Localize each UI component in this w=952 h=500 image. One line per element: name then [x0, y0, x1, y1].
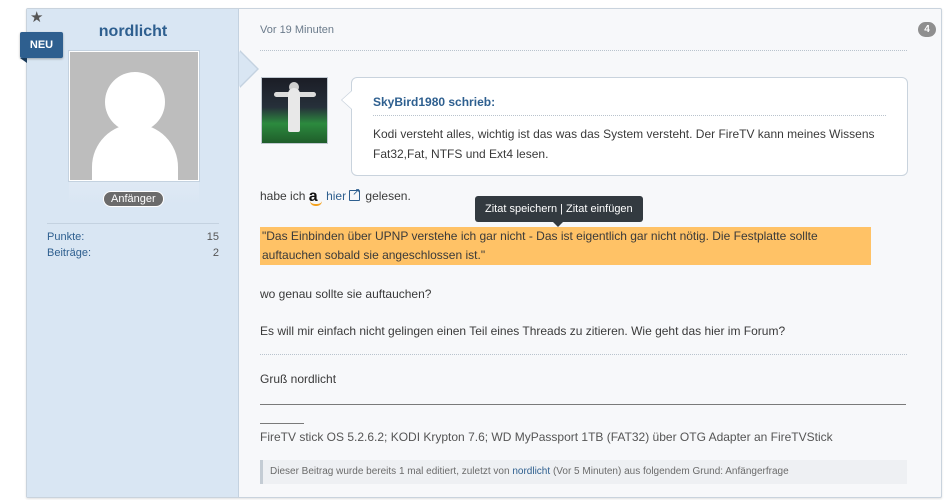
hier-link[interactable]: hier: [326, 189, 346, 203]
amazon-icon: a: [309, 188, 323, 206]
edit-note-text: Dieser Beitrag wurde bereits 1 mal editi…: [270, 466, 510, 477]
post-time[interactable]: Vor 19 Minuten: [260, 24, 334, 36]
quote-divider: [373, 115, 886, 116]
quote-box: SkyBird1980 schrieb: Kodi versteht alles…: [341, 77, 908, 176]
tooltip-separator: |: [560, 203, 564, 215]
header-divider: [260, 50, 907, 51]
quote-author-avatar[interactable]: [261, 77, 328, 144]
quote-text: Kodi versteht alles, wichtig ist das was…: [373, 127, 875, 161]
selected-text[interactable]: "Das Einbinden über UPNP verstehe ich ga…: [260, 227, 871, 265]
quote-tooltip: Zitat speichern | Zitat einfügen: [475, 196, 643, 227]
message-line-help: Es will mir einfach nicht gelingen einen…: [260, 324, 786, 338]
sidebar-pointer: [239, 51, 257, 87]
stat-row-points: Punkte: 15: [47, 229, 219, 245]
edit-note-text: (Vor 5 Minuten) aus folgendem Grund: Anf…: [552, 466, 789, 477]
stat-label[interactable]: Punkte:: [47, 229, 84, 245]
signature-rule: [260, 404, 906, 405]
author-username[interactable]: nordlicht: [27, 23, 239, 41]
external-link-icon[interactable]: [349, 184, 360, 202]
forum-post: ★ NEU nordlicht Anfänger Punkte: 15 Beit…: [20, 8, 942, 498]
stat-row-posts: Beiträge: 2: [47, 245, 219, 261]
message-line-source: habe ich a hier gelesen.: [260, 184, 411, 206]
signature-text: FireTV stick OS 5.2.6.2; KODI Krypton 7.…: [260, 430, 833, 444]
post-content: Vor 19 Minuten 4 SkyBird1980 schrieb: Ko…: [260, 9, 940, 497]
avatar-placeholder-body: [92, 124, 178, 180]
author-sidebar: ★ NEU nordlicht Anfänger Punkte: 15 Beit…: [20, 9, 239, 497]
text-segment: gelesen.: [365, 189, 411, 203]
author-avatar[interactable]: [69, 51, 199, 181]
stat-value: 2: [212, 247, 219, 259]
post-number-badge[interactable]: 4: [918, 22, 936, 37]
author-stats: Punkte: 15 Beiträge: 2: [47, 223, 219, 261]
signature-short-rule: [260, 423, 304, 424]
rank-badge: Anfänger: [103, 191, 164, 207]
save-quote-button[interactable]: Zitat speichern: [485, 203, 557, 215]
message-line-question: wo genau sollte sie auftauchen?: [260, 287, 432, 301]
greeting: Gruß nordlicht: [260, 372, 337, 386]
avatar-placeholder-head: [105, 72, 165, 132]
avatar-figure-body: [288, 88, 300, 132]
signature-divider: [260, 354, 907, 355]
edit-note: Dieser Beitrag wurde bereits 1 mal editi…: [260, 460, 907, 484]
text-segment: habe ich: [260, 189, 306, 203]
stat-label[interactable]: Beiträge:: [47, 245, 91, 261]
quote-author-link[interactable]: SkyBird1980 schrieb:: [373, 95, 495, 109]
edit-user-link[interactable]: nordlicht: [512, 466, 550, 477]
stat-value: 15: [206, 231, 219, 243]
insert-quote-button[interactable]: Zitat einfügen: [566, 203, 633, 215]
